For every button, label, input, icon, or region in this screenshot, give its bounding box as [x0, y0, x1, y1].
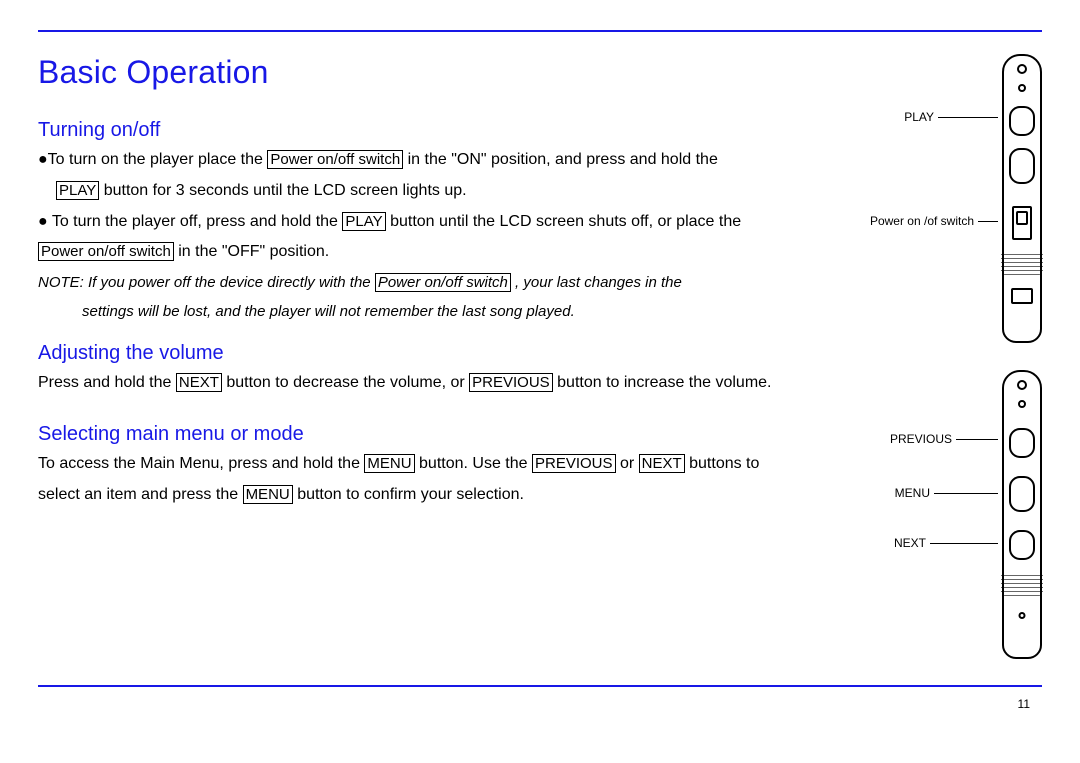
play-box-2: PLAY	[342, 212, 385, 231]
callout-menu: MENU	[895, 486, 998, 500]
grip-icon-2	[1001, 572, 1043, 596]
lanyard-hole-icon-2	[1017, 380, 1027, 390]
page-title: Basic Operation	[38, 54, 859, 91]
device-diagram-top: PLAY Power on /of switch	[867, 54, 1042, 354]
callout-next: NEXT	[894, 536, 998, 550]
heading-turning: Turning on/off	[38, 119, 859, 142]
turning-para1-line1: ●To turn on the player place the Power o…	[38, 148, 859, 173]
play-button-icon	[1009, 106, 1035, 136]
callout-play: PLAY	[904, 110, 998, 124]
usb-port-icon	[1011, 288, 1033, 304]
diagram-column: PLAY Power on /of switch PR	[867, 54, 1042, 670]
power-switch-icon	[1012, 206, 1032, 240]
menu-para-line2: select an item and press the MENU button…	[38, 483, 859, 508]
power-switch-box: Power on/off switch	[267, 150, 403, 169]
menu-box-1: MENU	[364, 454, 414, 473]
turning-para1-line2: PLAY button for 3 seconds until the LCD …	[38, 179, 859, 204]
menu-button-icon	[1009, 476, 1035, 512]
rec-button-icon	[1009, 148, 1035, 184]
bottom-rule	[38, 685, 1042, 687]
device-outline-top	[1002, 54, 1042, 343]
previous-box-2: PREVIOUS	[532, 454, 616, 473]
jack-icon	[1018, 84, 1026, 92]
jack-icon-2	[1018, 400, 1026, 408]
device-outline-bottom	[1002, 370, 1042, 659]
grip-icon	[1001, 251, 1043, 275]
text-column: Basic Operation Turning on/off ●To turn …	[38, 54, 867, 526]
previous-box: PREVIOUS	[469, 373, 553, 392]
next-box: NEXT	[176, 373, 222, 392]
top-rule	[38, 30, 1042, 32]
section-turning: Turning on/off ●To turn on the player pl…	[38, 119, 859, 324]
turning-note-line1: NOTE: If you power off the device direct…	[38, 271, 859, 294]
callout-power-switch: Power on /of switch	[870, 214, 998, 228]
heading-menu: Selecting main menu or mode	[38, 423, 859, 446]
note-power-switch-box: Power on/off switch	[375, 273, 511, 292]
next-button-icon	[1009, 530, 1035, 560]
mic-icon	[1019, 612, 1026, 619]
lanyard-hole-icon	[1017, 64, 1027, 74]
volume-para: Press and hold the NEXT button to decrea…	[38, 371, 859, 396]
section-volume: Adjusting the volume Press and hold the …	[38, 342, 859, 396]
turning-para2-line2: Power on/off switch in the "OFF" positio…	[38, 240, 859, 265]
section-menu: Selecting main menu or mode To access th…	[38, 423, 859, 508]
device-diagram-bottom: PREVIOUS MENU NEXT	[867, 370, 1042, 670]
turning-note-line2: settings will be lost, and the player wi…	[38, 300, 859, 323]
next-box-2: NEXT	[639, 454, 685, 473]
power-switch-box-2: Power on/off switch	[38, 242, 174, 261]
page-number: 11	[1018, 697, 1030, 711]
heading-volume: Adjusting the volume	[38, 342, 859, 365]
turning-para2-line1: ● To turn the player off, press and hold…	[38, 210, 859, 235]
previous-button-icon	[1009, 428, 1035, 458]
menu-box-2: MENU	[243, 485, 293, 504]
callout-previous: PREVIOUS	[890, 432, 998, 446]
menu-para-line1: To access the Main Menu, press and hold …	[38, 452, 859, 477]
play-box: PLAY	[56, 181, 99, 200]
